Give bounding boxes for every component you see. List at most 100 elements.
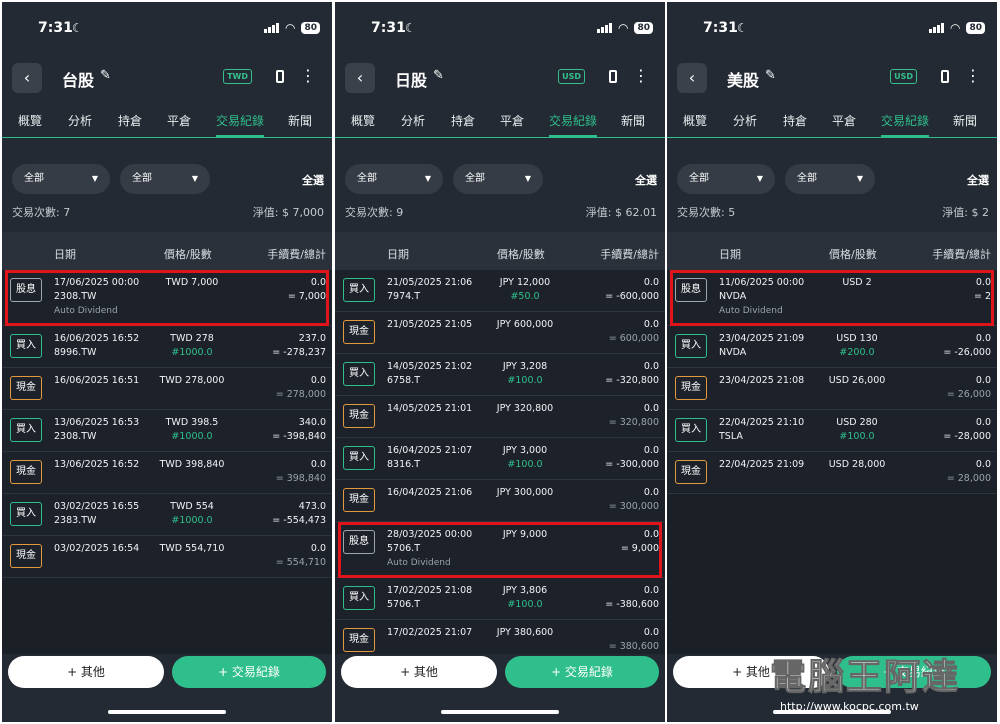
select-all-button[interactable]: 全選 [967,172,989,188]
back-button[interactable]: ‹ [12,63,42,93]
transaction-type-tag: 現金 [10,376,42,400]
transaction-row[interactable]: 買入 21/05/2025 21:06 7974.T JPY 12,000 #50.0 0… [335,270,665,312]
transaction-date: 17/02/2025 21:07 [387,627,473,638]
mobile-icon[interactable] [941,70,949,83]
transaction-fee: 0.0 [643,627,659,638]
chevron-down-icon: ▼ [191,174,198,183]
column-fee: 手續費/總計 [932,248,991,261]
transaction-total: = -28,000 [943,431,991,442]
tab-item[interactable]: 交易紀錄 [881,112,929,129]
transaction-row[interactable]: 買入 16/04/2025 21:07 8316.T JPY 3,000 #100.0 0… [335,438,665,480]
watermark-logo: 電腦王阿達 [769,657,961,699]
filter-dropdown-type[interactable]: 全部 ▼ [345,164,443,194]
currency-badge[interactable]: USD [890,69,917,84]
portfolio-title: 台股 [62,71,95,90]
tab-item[interactable]: 概覽 [351,112,375,129]
signal-icon [263,23,279,33]
mobile-icon[interactable] [276,70,284,83]
filter-dropdown-type[interactable]: 全部 ▼ [677,164,775,194]
transaction-type-tag: 買入 [10,502,42,526]
transaction-row[interactable]: 買入 22/04/2025 21:10 TSLA USD 280 #100.0 0.0 = … [667,410,997,452]
transaction-row[interactable]: 買入 23/04/2025 21:09 NVDA USD 130 #200.0 0.0 = … [667,326,997,368]
mobile-icon[interactable] [609,70,617,83]
filter-area: 全部 ▼ 全部 ▼ 全選 交易次數: 5 淨值: $ 2 [667,150,997,232]
tab-item[interactable]: 分析 [401,112,425,129]
transaction-row[interactable]: 買入 17/02/2025 21:08 5706.T JPY 3,806 #100.0 0… [335,578,665,620]
back-button[interactable]: ‹ [677,63,707,93]
back-button[interactable]: ‹ [345,63,375,93]
transaction-row[interactable]: 現金 23/04/2025 21:08 USD 26,000 0.0 = 26,000 [667,368,997,410]
add-record-button[interactable]: + 交易紀錄 [172,656,326,688]
tab-item[interactable]: 平倉 [500,112,524,129]
signal-icon [928,23,944,33]
transaction-row[interactable]: 現金 17/02/2025 21:07 JPY 380,600 0.0 = 380,60… [335,620,665,655]
transaction-row[interactable]: 現金 22/04/2025 21:09 USD 28,000 0.0 = 28,000 [667,452,997,494]
transaction-row[interactable]: 現金 21/05/2025 21:05 JPY 600,000 0.0 = 600,00… [335,312,665,354]
currency-badge[interactable]: TWD [223,69,252,84]
transaction-price: JPY 600,000 [496,319,554,330]
status-bar: 7:31 ☾ ◠ 80 [667,20,997,40]
dropdown-label: 全部 [132,173,152,184]
tab-item[interactable]: 交易紀錄 [216,112,264,129]
select-all-button[interactable]: 全選 [635,172,657,188]
add-record-button[interactable]: + 交易紀錄 [505,656,659,688]
filter-dropdown-symbol[interactable]: 全部 ▼ [120,164,210,194]
transaction-fee: 0.0 [643,487,659,498]
transaction-price: TWD 554,710 [159,543,225,554]
filter-dropdown-type[interactable]: 全部 ▼ [12,164,110,194]
transaction-row[interactable]: 現金 16/06/2025 16:51 TWD 278,000 0.0 = 278,00… [2,368,332,410]
transaction-price: JPY 3,806 [502,585,548,596]
tab-item[interactable]: 持倉 [451,112,475,129]
filter-area: 全部 ▼ 全部 ▼ 全選 交易次數: 7 淨值: $ 7,000 [2,150,332,232]
transaction-price: TWD 398,840 [159,459,225,470]
tab-item[interactable]: 新聞 [288,112,312,129]
tab-item[interactable]: 平倉 [167,112,191,129]
select-all-button[interactable]: 全選 [302,172,324,188]
edit-pencil-icon[interactable]: ✎ [765,68,776,83]
transaction-price: JPY 380,600 [496,627,554,638]
wifi-icon: ◠ [617,21,629,35]
tab-item[interactable]: 分析 [733,112,757,129]
tab-item[interactable]: 平倉 [832,112,856,129]
transaction-total: = -398,840 [272,431,326,442]
transaction-row[interactable]: 現金 16/04/2025 21:06 JPY 300,000 0.0 = 300,00… [335,480,665,522]
more-options-icon[interactable]: ⋮ [633,66,649,85]
add-other-button[interactable]: + 其他 [341,656,497,688]
dropdown-label: 全部 [465,173,485,184]
tab-item[interactable]: 交易紀錄 [549,112,597,129]
filter-dropdown-symbol[interactable]: 全部 ▼ [785,164,875,194]
transaction-row[interactable]: 買入 16/06/2025 16:52 8996.TW TWD 278 #1000.0 2… [2,326,332,368]
transaction-row[interactable]: 現金 03/02/2025 16:54 TWD 554,710 0.0 = 554,71… [2,536,332,578]
currency-badge[interactable]: USD [558,69,585,84]
transaction-row[interactable]: 買入 14/05/2025 21:02 6758.T JPY 3,208 #100.0 0… [335,354,665,396]
tab-item[interactable]: 持倉 [118,112,142,129]
transaction-total: = 300,000 [608,501,659,512]
tab-item[interactable]: 分析 [68,112,92,129]
column-fee: 手續費/總計 [267,248,326,261]
active-tab-indicator [549,135,597,137]
portfolio-title: 日股 [395,71,428,90]
tab-item[interactable]: 概覽 [18,112,42,129]
transaction-row[interactable]: 買入 13/06/2025 16:53 2308.TW TWD 398.5 #1000.… [2,410,332,452]
filter-dropdown-symbol[interactable]: 全部 ▼ [453,164,543,194]
tab-item[interactable]: 新聞 [621,112,645,129]
transaction-date: 22/04/2025 21:10 [719,417,805,428]
app-header: ‹ 美股 ✎ USD ⋮ [667,62,997,94]
transaction-row[interactable]: 現金 14/05/2025 21:01 JPY 320,800 0.0 = 320,80… [335,396,665,438]
add-other-button[interactable]: + 其他 [8,656,164,688]
more-options-icon[interactable]: ⋮ [300,66,316,85]
transaction-date: 03/02/2025 16:55 [54,501,140,512]
tab-item[interactable]: 持倉 [783,112,807,129]
edit-pencil-icon[interactable]: ✎ [433,68,444,83]
tab-item[interactable]: 新聞 [953,112,977,129]
transaction-row[interactable]: 買入 03/02/2025 16:55 2383.TW TWD 554 #1000.0 4… [2,494,332,536]
transaction-price: JPY 3,208 [502,361,548,372]
column-date: 日期 [719,248,741,261]
transaction-type-tag: 買入 [675,334,707,358]
tab-item[interactable]: 概覽 [683,112,707,129]
transaction-type-tag: 現金 [675,376,707,400]
edit-pencil-icon[interactable]: ✎ [100,68,111,83]
more-options-icon[interactable]: ⋮ [965,66,981,85]
transaction-row[interactable]: 現金 13/06/2025 16:52 TWD 398,840 0.0 = 398,84… [2,452,332,494]
transaction-date: 16/04/2025 21:07 [387,445,473,456]
